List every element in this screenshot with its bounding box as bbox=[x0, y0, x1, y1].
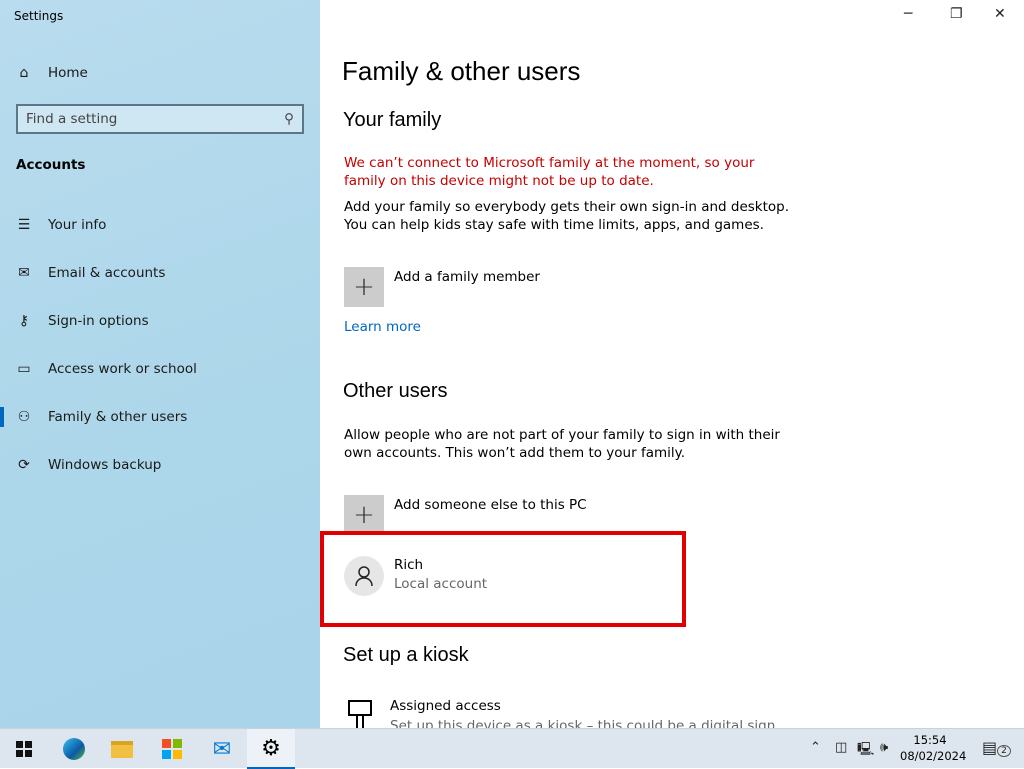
add-family-member-label[interactable]: Add a family member bbox=[394, 269, 540, 285]
section-heading: Accounts bbox=[16, 157, 86, 173]
kiosk-icon bbox=[348, 700, 374, 728]
restore-button[interactable]: ❐ bbox=[950, 6, 963, 22]
kiosk-heading: Set up a kiosk bbox=[343, 644, 469, 666]
minimize-button[interactable]: ─ bbox=[904, 6, 912, 22]
user-account-type: Local account bbox=[394, 576, 488, 592]
home-label: Home bbox=[48, 65, 88, 81]
nav-label: Sign-in options bbox=[48, 313, 149, 329]
family-description: Add your family so everybody gets their … bbox=[344, 199, 790, 233]
other-users-heading: Other users bbox=[343, 380, 448, 402]
page-title: Family & other users bbox=[342, 56, 581, 86]
briefcase-icon: ▭ bbox=[17, 361, 31, 377]
notifications-icon[interactable]: ▤ 2 bbox=[982, 738, 1011, 757]
edge-icon[interactable] bbox=[50, 729, 98, 769]
sidebar-item-sign-in[interactable]: ⚷ Sign-in options bbox=[0, 301, 320, 341]
file-explorer-icon[interactable] bbox=[98, 729, 146, 769]
add-someone-label[interactable]: Add someone else to this PC bbox=[394, 497, 587, 513]
main-content: ─ ❐ ✕ Family & other users Your family W… bbox=[320, 0, 1024, 728]
sidebar-item-family[interactable]: ⚇ Family & other users bbox=[0, 397, 320, 437]
nav-label: Windows backup bbox=[48, 457, 162, 473]
chevron-up-icon[interactable]: ⌃ bbox=[810, 740, 821, 755]
camera-icon[interactable]: ◫ bbox=[835, 740, 847, 755]
sidebar-item-backup[interactable]: ⟳ Windows backup bbox=[0, 445, 320, 485]
store-icon[interactable] bbox=[148, 729, 196, 769]
nav-label: Email & accounts bbox=[48, 265, 166, 281]
search-input[interactable]: Find a setting ⚲ bbox=[16, 104, 304, 134]
app-title: Settings bbox=[14, 9, 64, 23]
nav-label: Family & other users bbox=[48, 409, 188, 425]
user-avatar-icon[interactable] bbox=[344, 556, 384, 596]
close-button[interactable]: ✕ bbox=[994, 6, 1006, 22]
user-name[interactable]: Rich bbox=[394, 557, 423, 573]
settings-gear-icon[interactable]: ⚙ bbox=[247, 729, 295, 769]
assigned-access-desc: Set up this device as a kiosk – this cou… bbox=[390, 718, 789, 728]
clock-date: 08/02/2024 bbox=[900, 749, 967, 763]
sidebar-item-email[interactable]: ✉ Email & accounts bbox=[0, 253, 320, 293]
mail-app-icon[interactable]: ✉ bbox=[198, 729, 246, 769]
taskbar: ✉ ⚙ ⌃ ◫ 🖳 🕪 15:54 08/02/2024 ▤ 2 bbox=[0, 728, 1024, 769]
volume-icon[interactable]: 🕪 bbox=[880, 740, 888, 755]
network-icon[interactable]: 🖳 bbox=[857, 740, 874, 762]
clock[interactable]: 15:54 08/02/2024 bbox=[900, 732, 967, 764]
home-icon: ⌂ bbox=[19, 65, 29, 81]
key-icon: ⚷ bbox=[18, 313, 30, 329]
other-users-description: Allow people who are not part of your fa… bbox=[344, 427, 780, 461]
family-error: We can’t connect to Microsoft family at … bbox=[344, 155, 755, 189]
sidebar-item-work-school[interactable]: ▭ Access work or school bbox=[0, 349, 320, 389]
contact-card-icon: ☰ bbox=[17, 217, 31, 233]
family-heading: Your family bbox=[343, 109, 442, 131]
notification-count: 2 bbox=[997, 745, 1011, 757]
sidebar: Settings ⌂ Home Find a setting ⚲ Account… bbox=[0, 0, 320, 728]
nav-label: Your info bbox=[48, 217, 107, 233]
sidebar-item-your-info[interactable]: ☰ Your info bbox=[0, 205, 320, 245]
nav-label: Access work or school bbox=[48, 361, 197, 377]
assigned-access-title[interactable]: Assigned access bbox=[390, 698, 501, 714]
search-icon: ⚲ bbox=[284, 111, 294, 127]
person-add-icon: ⚇ bbox=[17, 409, 31, 425]
add-someone-button[interactable]: + bbox=[344, 495, 384, 535]
search-placeholder: Find a setting bbox=[26, 111, 118, 127]
windows-logo-icon bbox=[16, 741, 32, 757]
mail-icon: ✉ bbox=[18, 265, 30, 281]
learn-more-link[interactable]: Learn more bbox=[344, 319, 421, 335]
clock-time: 15:54 bbox=[913, 733, 947, 747]
sync-icon: ⟳ bbox=[18, 457, 30, 473]
add-family-member-button[interactable]: + bbox=[344, 267, 384, 307]
start-button[interactable] bbox=[0, 729, 48, 769]
sidebar-item-home[interactable]: ⌂ Home bbox=[0, 53, 320, 93]
